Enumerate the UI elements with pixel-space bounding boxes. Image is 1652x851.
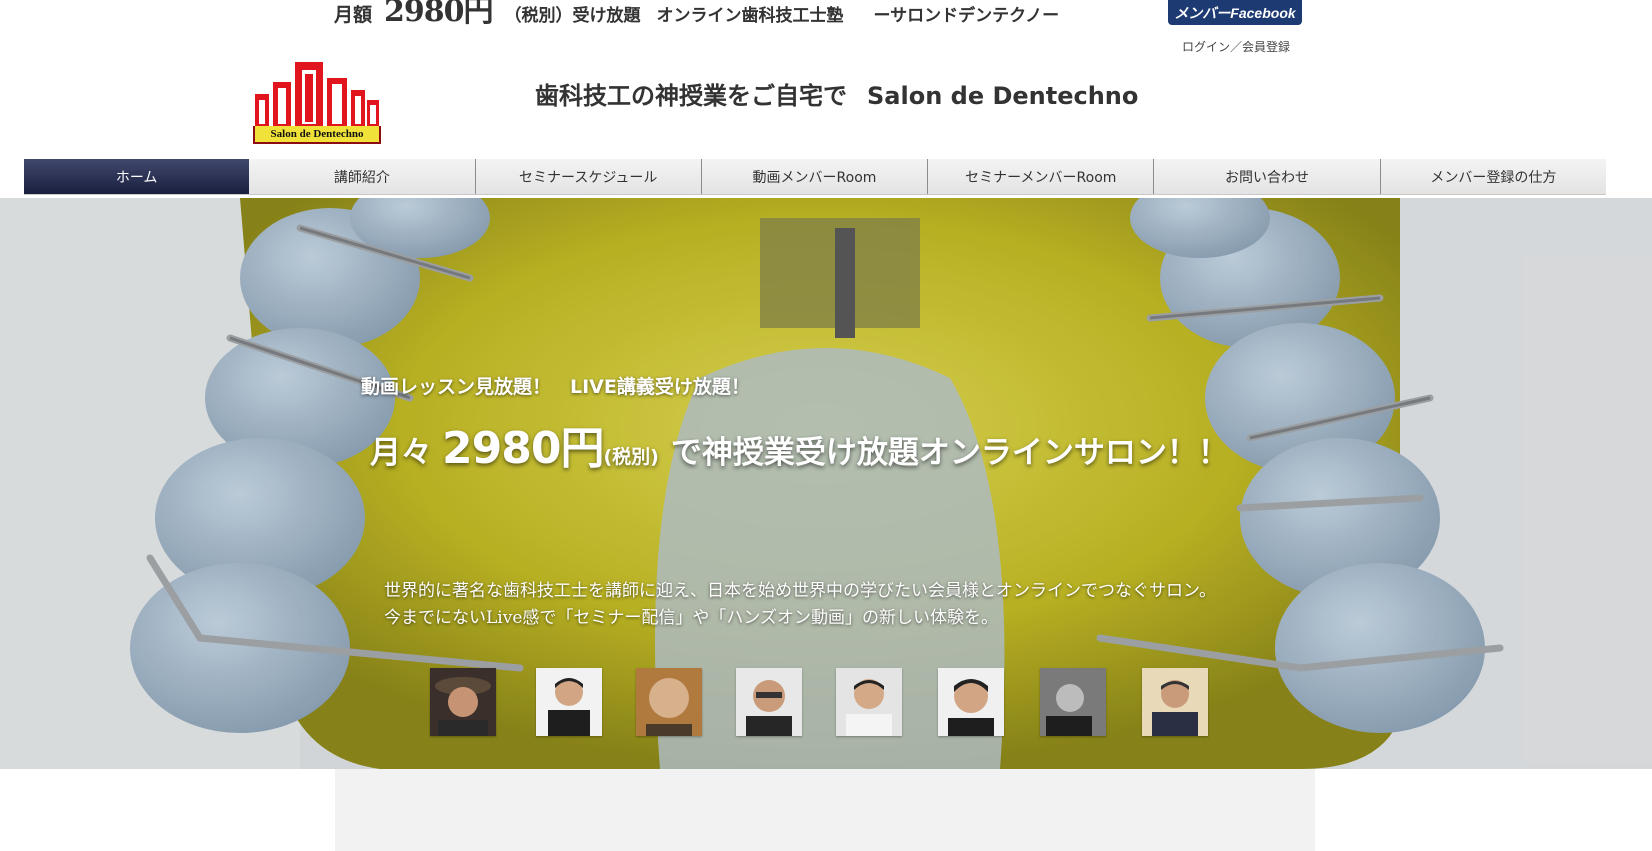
hero-title-prefix: 月々	[370, 435, 432, 471]
top-promo-line: 月額 2980円 （税別）受け放題 オンライン歯科技工士塾 ーサロンドデンテクノ…	[334, 0, 1059, 30]
person-avatar-icon	[430, 668, 496, 736]
person-avatar-icon	[636, 668, 702, 736]
hero-desc-line-2: 今までにないLive感で「セミナー配信」や「ハンズオン動画」の新しい体験を。	[384, 608, 999, 628]
login-register-link[interactable]: ログイン／会員登録	[1182, 38, 1290, 55]
nav-item-contact[interactable]: お問い合わせ	[1154, 159, 1381, 194]
instructor-photo-2[interactable]	[536, 668, 602, 736]
hero-title-price: 2980円	[442, 423, 604, 474]
person-avatar-icon	[1040, 668, 1106, 736]
instructor-photo-4[interactable]	[736, 668, 802, 736]
site-tagline: 歯科技工の神授業をご自宅で Salon de Dentechno	[535, 76, 1138, 111]
hero-subtitle: 動画レッスン見放題！ LIVE講義受け放題！	[361, 376, 750, 398]
brand-name: Salon de Dentechno	[867, 82, 1139, 110]
price-amount: 2980円	[384, 0, 493, 29]
hero-title: 月々 2980円 (税別) で神授業受け放題オンラインサロン！！	[370, 412, 1229, 476]
nav-item-home[interactable]: ホーム	[24, 159, 250, 194]
person-avatar-icon	[536, 668, 602, 736]
tax-note: （税別）受け放題	[504, 6, 641, 26]
nav-item-seminar-schedule[interactable]: セミナースケジュール	[476, 159, 702, 194]
content-area	[335, 769, 1315, 851]
instructor-photo-6[interactable]	[938, 668, 1004, 736]
school-name: オンライン歯科技工士塾	[656, 6, 844, 26]
tagline-text: 歯科技工の神授業をご自宅で	[535, 82, 847, 110]
instructor-photo-3[interactable]	[636, 668, 702, 736]
member-facebook-button[interactable]: メンバーFacebook	[1168, 0, 1302, 25]
person-avatar-icon	[938, 668, 1004, 736]
instructor-photo-5[interactable]	[836, 668, 902, 736]
price-label: 月額	[334, 4, 373, 26]
instructor-photo-1[interactable]	[430, 668, 496, 736]
logo-text: Salon de Dentechno	[255, 126, 379, 142]
nav-item-instructors[interactable]: 講師紹介	[249, 159, 476, 194]
person-avatar-icon	[1142, 668, 1208, 736]
nav-item-how-to-register[interactable]: メンバー登録の仕方	[1381, 159, 1606, 194]
hero-title-tax: (税別)	[603, 446, 659, 468]
hero-description: 世界的に著名な歯科技工士を講師に迎え、日本を始め世界中の学びたい会員様とオンライ…	[384, 578, 1216, 632]
hero-title-suffix: で神授業受け放題オンラインサロン！！	[670, 435, 1229, 471]
hero-banner: 動画レッスン見放題！ LIVE講義受け放題！ 月々 2980円 (税別) で神授…	[0, 198, 1652, 769]
instructor-photo-8[interactable]	[1142, 668, 1208, 736]
nav-item-video-member-room[interactable]: 動画メンバーRoom	[702, 159, 929, 194]
person-avatar-icon	[836, 668, 902, 736]
site-logo[interactable]: Salon de Dentechno	[253, 60, 381, 144]
nav-item-seminar-member-room[interactable]: セミナーメンバーRoom	[928, 159, 1155, 194]
hero-desc-line-1: 世界的に著名な歯科技工士を講師に迎え、日本を始め世界中の学びたい会員様とオンライ…	[384, 581, 1216, 601]
person-avatar-icon	[736, 668, 802, 736]
school-subname: ーサロンドデンテクノー	[873, 6, 1060, 26]
instructor-photo-7[interactable]	[1040, 668, 1106, 736]
instructor-photos	[430, 668, 1210, 738]
main-nav: ホーム 講師紹介 セミナースケジュール 動画メンバーRoom セミナーメンバーR…	[24, 159, 1606, 195]
